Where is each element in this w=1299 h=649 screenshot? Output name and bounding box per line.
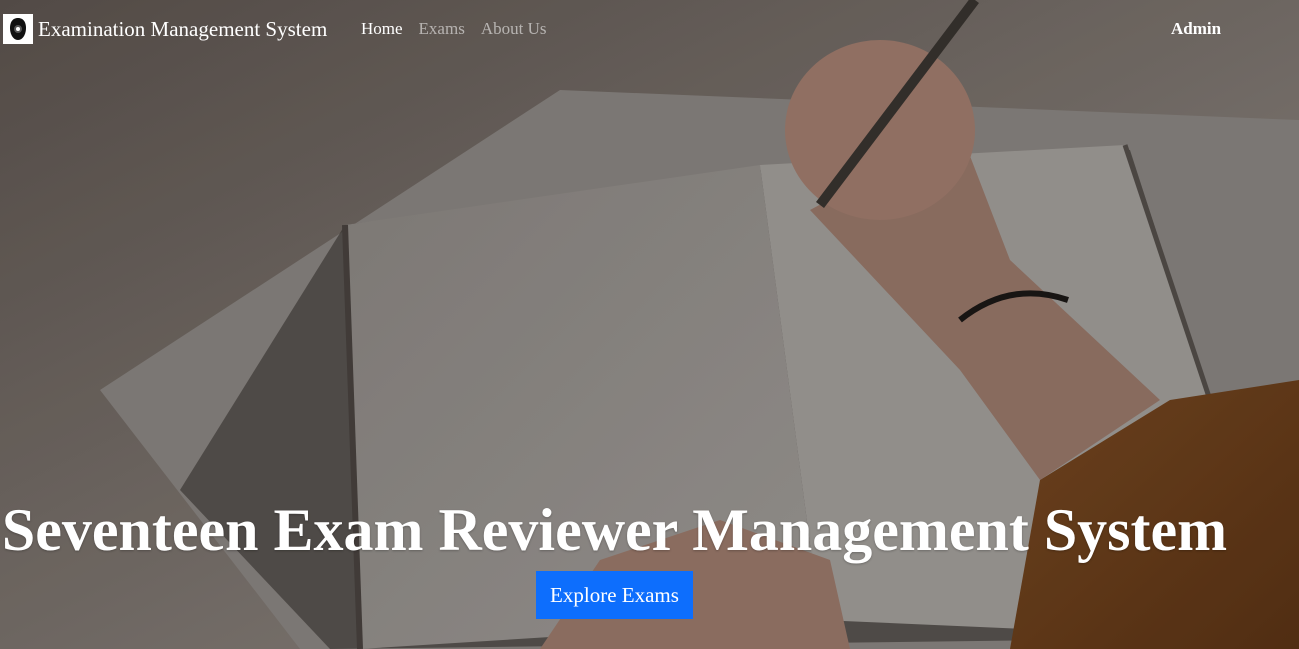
explore-exams-button[interactable]: Explore Exams [536, 571, 693, 619]
nav-link-exams[interactable]: Exams [411, 17, 473, 41]
top-navbar: Examination Management System Home Exams… [0, 0, 1299, 58]
nav-links: Home Exams About Us [353, 17, 554, 41]
brand-name: Examination Management System [38, 17, 328, 41]
nav-link-home[interactable]: Home [353, 17, 411, 41]
hero-title: Seventeen Exam Reviewer Management Syste… [1, 497, 1228, 563]
nav-link-about-us[interactable]: About Us [473, 17, 555, 41]
page: Examination Management System Home Exams… [0, 0, 1299, 649]
brand-link[interactable]: Examination Management System [3, 14, 327, 44]
brand-logo-icon [3, 14, 33, 44]
admin-link[interactable]: Admin [1171, 17, 1221, 41]
